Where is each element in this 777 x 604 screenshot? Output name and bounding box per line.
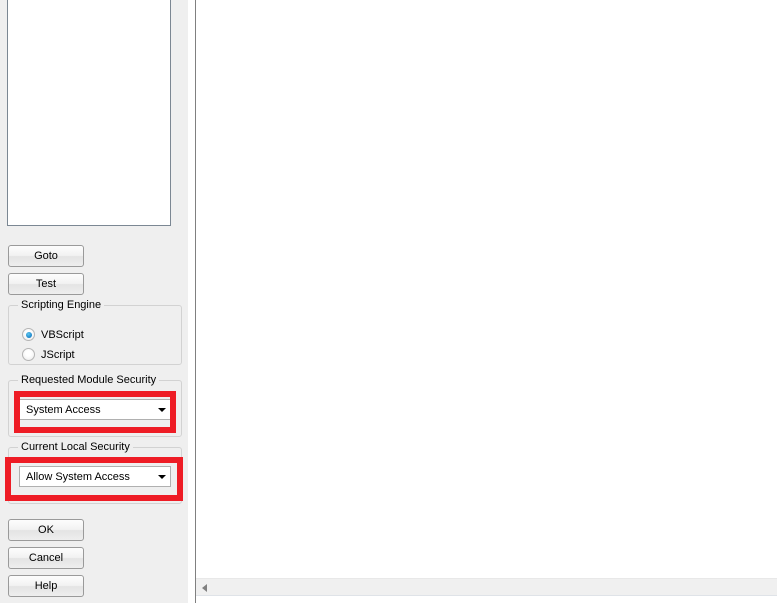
scripting-engine-group: Scripting Engine VBScript JScript (8, 299, 182, 365)
radio-option-jscript[interactable]: JScript (22, 347, 75, 362)
help-button[interactable]: Help (8, 575, 84, 597)
horizontal-scrollbar[interactable] (196, 578, 777, 596)
right-content-panel (196, 0, 777, 604)
current-local-security-legend: Current Local Security (18, 441, 133, 453)
triangle-left-icon[interactable] (196, 579, 213, 596)
scripting-engine-legend: Scripting Engine (18, 299, 105, 311)
ok-button[interactable]: OK (8, 519, 84, 541)
current-local-security-dropdown[interactable]: Allow System Access (19, 466, 171, 487)
radio-label-jscript: JScript (41, 348, 75, 361)
goto-button[interactable]: Goto (8, 245, 84, 267)
requested-module-security-value: System Access (26, 403, 101, 416)
radio-option-vbscript[interactable]: VBScript (22, 327, 84, 342)
left-settings-panel: Goto Test Scripting Engine VBScript JScr… (0, 0, 188, 603)
chevron-down-icon[interactable] (153, 400, 170, 419)
radio-icon-vbscript[interactable] (22, 328, 35, 341)
test-button[interactable]: Test (8, 273, 84, 295)
requested-module-security-legend: Requested Module Security (18, 374, 160, 386)
content-canvas[interactable] (196, 0, 777, 578)
chevron-down-icon[interactable] (153, 467, 170, 486)
requested-module-security-dropdown[interactable]: System Access (19, 399, 171, 420)
scrollbar-track[interactable] (213, 579, 777, 596)
script-editor[interactable] (7, 0, 171, 226)
cancel-button[interactable]: Cancel (8, 547, 84, 569)
radio-label-vbscript: VBScript (41, 328, 84, 341)
panel-gap (188, 0, 195, 603)
current-local-security-value: Allow System Access (26, 470, 130, 483)
radio-icon-jscript[interactable] (22, 348, 35, 361)
